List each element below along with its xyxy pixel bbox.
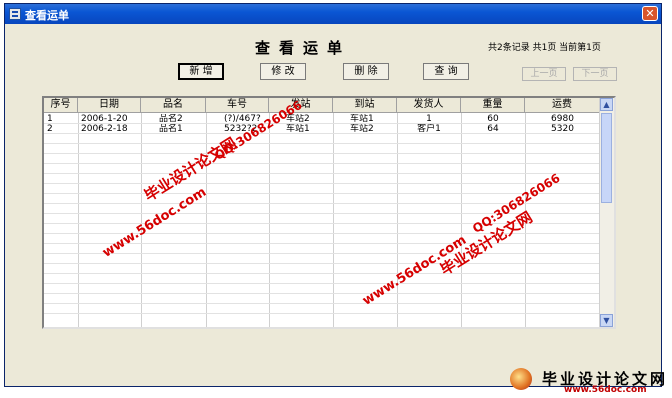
- grid-line: [44, 303, 600, 304]
- grid-line: [397, 113, 398, 327]
- grid-line: [44, 183, 600, 184]
- cell-product: 品名2: [159, 114, 183, 124]
- window-title: 查看运单: [25, 9, 69, 22]
- grid-line: [269, 113, 270, 327]
- grid-line: [44, 313, 600, 314]
- grid-line: [44, 283, 600, 284]
- record-info: 共2条记录 共1页 当前第1页: [488, 43, 601, 53]
- prev-page-button[interactable]: 上一页: [522, 67, 566, 81]
- cell-product: 品名1: [159, 124, 183, 134]
- cell-freight: 5320: [551, 124, 574, 134]
- column-header[interactable]: 重量: [461, 98, 525, 113]
- grid-line: [44, 253, 600, 254]
- column-header[interactable]: 发货人: [397, 98, 461, 113]
- dialog-window: 查看运单 ✕ 查看运单 共2条记录 共1页 当前第1页 新 增 修 改 删 除 …: [4, 3, 662, 387]
- site-logo: 毕业设计论文网 www.56doc.com: [508, 366, 668, 396]
- add-button[interactable]: 新 增: [178, 63, 224, 80]
- scroll-down-button[interactable]: ▼: [600, 314, 613, 327]
- edit-button[interactable]: 修 改: [260, 63, 306, 80]
- grid-line: [44, 263, 600, 264]
- table-header: 序号 日期 品名 车号 发站 到站 发货人 重量 运费: [44, 98, 600, 113]
- cell-shipper: 1: [426, 114, 432, 124]
- delete-button[interactable]: 删 除: [343, 63, 389, 80]
- column-header[interactable]: 日期: [78, 98, 141, 113]
- grid-line: [44, 293, 600, 294]
- logo-url: www.56doc.com: [564, 385, 647, 395]
- grid-line: [461, 113, 462, 327]
- column-header[interactable]: 到站: [333, 98, 397, 113]
- column-header[interactable]: 序号: [44, 98, 78, 113]
- column-header[interactable]: 品名: [141, 98, 206, 113]
- cell-weight: 60: [487, 114, 499, 124]
- table-row[interactable]: 1 2006-1-20 品名2 (?)/467? 车站2 车站1 1 60 69…: [44, 114, 600, 124]
- grid-line: [141, 113, 142, 327]
- grid-line: [44, 163, 600, 164]
- table-row[interactable]: 2 2006-2-18 品名1 5232?2 车站1 车站2 客户1 64 53…: [44, 124, 600, 134]
- scroll-up-button[interactable]: ▲: [600, 98, 613, 111]
- column-header[interactable]: 车号: [206, 98, 269, 113]
- cell-destination: 车站2: [350, 124, 374, 134]
- grid-line: [44, 143, 600, 144]
- query-button[interactable]: 查 询: [423, 63, 469, 80]
- cell-date: 2006-1-20: [81, 114, 128, 124]
- cell-index: 1: [47, 114, 53, 124]
- close-button[interactable]: ✕: [642, 6, 658, 21]
- next-page-button[interactable]: 下一页: [573, 67, 617, 81]
- cell-date: 2006-2-18: [81, 124, 128, 134]
- cell-freight: 6980: [551, 114, 574, 124]
- grid-line: [333, 113, 334, 327]
- waybill-table[interactable]: 序号 日期 品名 车号 发站 到站 发货人 重量 运费 1 2006-1-20 …: [42, 96, 616, 329]
- logo-swirl-icon: [510, 368, 532, 390]
- cell-weight: 64: [487, 124, 499, 134]
- grid-line: [44, 273, 600, 274]
- grid-line: [44, 153, 600, 154]
- grid-line: [44, 173, 600, 174]
- app-icon: [9, 8, 21, 20]
- grid-line: [78, 113, 79, 327]
- cell-destination: 车站1: [350, 114, 374, 124]
- page-title: 查看运单: [255, 39, 352, 57]
- cell-index: 2: [47, 124, 53, 134]
- vertical-scrollbar[interactable]: ▲ ▼: [599, 98, 614, 327]
- column-header[interactable]: 运费: [525, 98, 600, 113]
- scroll-thumb[interactable]: [601, 113, 612, 203]
- cell-shipper: 客户1: [417, 124, 441, 134]
- title-bar[interactable]: 查看运单 ✕: [5, 4, 661, 24]
